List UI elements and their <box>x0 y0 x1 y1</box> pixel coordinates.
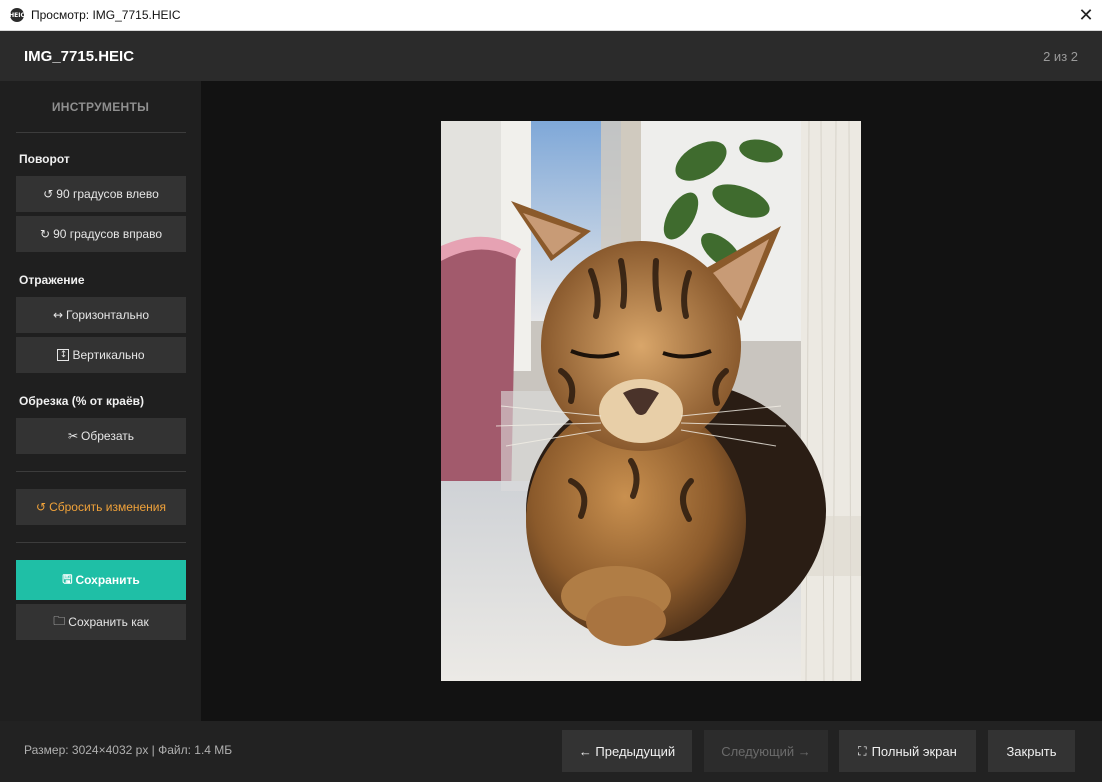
divider <box>16 471 186 472</box>
divider <box>16 132 186 133</box>
rotate-right-button[interactable]: ↻ 90 градусов вправо <box>16 216 186 252</box>
rotate-left-button[interactable]: ↺ 90 градусов влево <box>16 176 186 212</box>
reset-icon: ↺ <box>36 500 47 514</box>
next-button[interactable]: Следующий → <box>704 730 828 772</box>
flip-vertical-button[interactable]: ↕ Вертикально <box>16 337 186 373</box>
viewer-footer: Размер: 3024×4032 px | Файл: 1.4 МБ ← Пр… <box>0 721 1102 782</box>
save-label: Сохранить <box>75 573 140 587</box>
close-button[interactable]: Закрыть <box>988 730 1075 772</box>
previous-button[interactable]: ← Предыдущий <box>562 730 692 772</box>
flip-horizontal-label: Горизонтально <box>66 308 150 322</box>
sidebar-title: ИНСТРУМЕНТЫ <box>51 100 150 114</box>
image-counter: 2 из 2 <box>1043 49 1078 64</box>
rotate-right-icon: ↻ <box>40 227 51 241</box>
crop-section-label: Обрезка (% от краёв) <box>19 394 145 408</box>
viewer-header: IMG_7715.HEIC 2 из 2 <box>0 31 1102 81</box>
reset-changes-label: Сбросить изменения <box>49 500 166 514</box>
window-title: Просмотр: IMG_7715.HEIC <box>31 8 181 22</box>
window-close-button[interactable]: ✕ <box>1070 0 1102 30</box>
save-as-button[interactable]: 🗀 Сохранить как <box>16 604 186 640</box>
save-as-label: Сохранить как <box>68 615 149 629</box>
crop-button[interactable]: ✂ Обрезать <box>16 418 186 454</box>
fullscreen-icon: ⛶ <box>858 743 867 758</box>
rotation-section-label: Поворот <box>19 152 70 166</box>
flip-vertical-label: Вертикально <box>72 348 145 362</box>
folder-icon: 🗀 <box>53 613 66 628</box>
rotate-left-icon: ↺ <box>43 187 54 201</box>
crop-button-label: Обрезать <box>81 429 134 443</box>
file-info: Размер: 3024×4032 px | Файл: 1.4 МБ <box>24 743 233 757</box>
flip-section-label: Отражение <box>19 273 85 287</box>
app-icon: HEIC <box>9 8 25 22</box>
flip-vertical-icon: ↕ <box>57 349 70 361</box>
fullscreen-label: Полный экран <box>871 743 957 759</box>
image-viewer <box>201 81 1102 721</box>
window-titlebar: HEIC Просмотр: IMG_7715.HEIC ✕ <box>0 0 1102 31</box>
rotate-right-label: 90 градусов вправо <box>53 227 162 241</box>
tools-sidebar: ИНСТРУМЕНТЫ Поворот ↺ 90 градусов влево … <box>0 81 201 721</box>
close-icon: ✕ <box>1078 4 1094 26</box>
divider <box>16 542 186 543</box>
save-button[interactable]: 🖫 Сохранить <box>16 560 186 600</box>
file-name: IMG_7715.HEIC <box>24 48 135 65</box>
flip-horizontal-button[interactable]: ↔ Горизонтально <box>16 297 186 333</box>
cat-photo <box>441 121 861 681</box>
fullscreen-button[interactable]: ⛶ Полный экран <box>839 730 976 772</box>
flip-horizontal-icon: ↔ <box>52 308 64 322</box>
scissors-icon: ✂ <box>67 429 79 443</box>
reset-changes-button[interactable]: ↺ Сбросить изменения <box>16 489 186 525</box>
rotate-left-label: 90 градусов влево <box>56 187 159 201</box>
save-icon: 🖫 <box>62 571 73 586</box>
